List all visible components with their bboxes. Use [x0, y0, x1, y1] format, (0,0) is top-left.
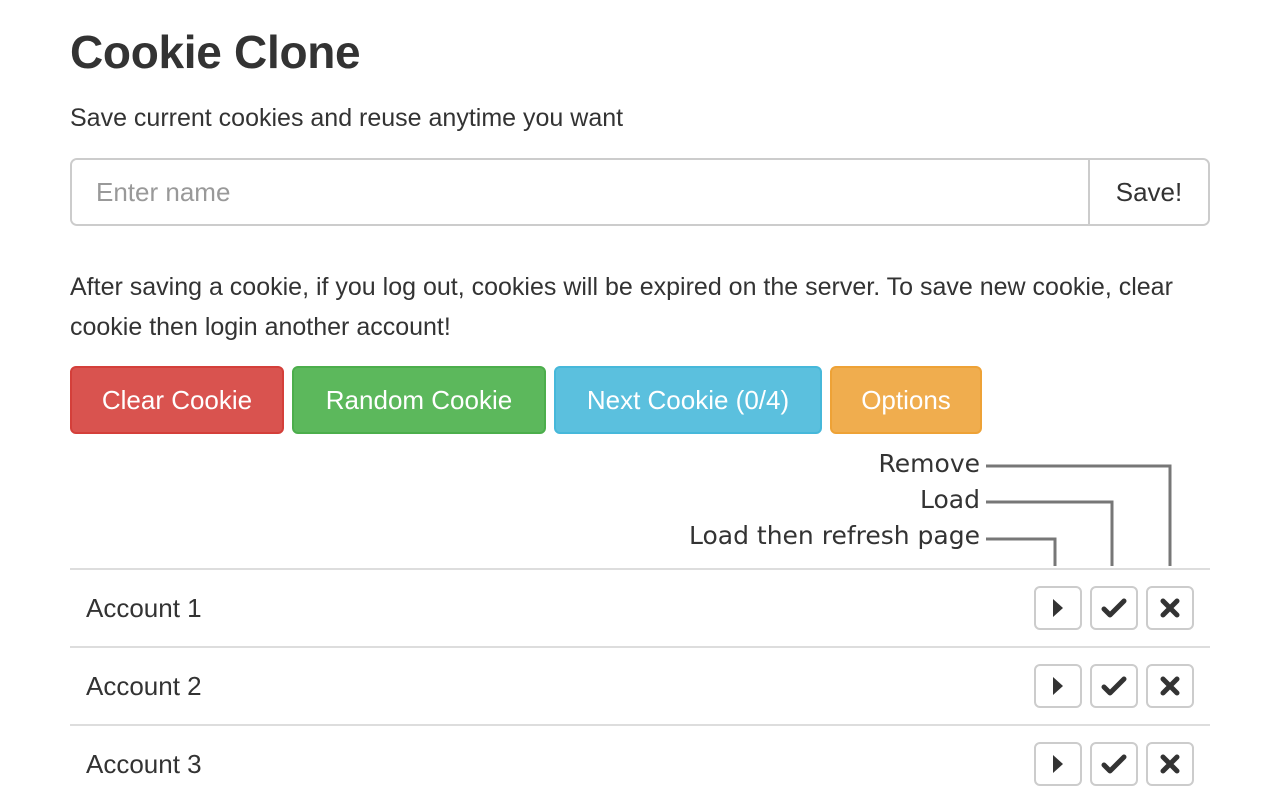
account-name: Account 2: [86, 670, 202, 701]
play-icon: [1053, 755, 1063, 773]
load-button[interactable]: [1090, 742, 1138, 786]
load-refresh-button[interactable]: [1034, 586, 1082, 630]
load-button[interactable]: [1090, 664, 1138, 708]
page-subtitle: Save current cookies and reuse anytime y…: [70, 104, 624, 132]
remove-button[interactable]: [1146, 742, 1194, 786]
play-icon: [1053, 599, 1063, 617]
list-item: Account 1: [70, 568, 1210, 646]
save-button[interactable]: Save!: [1088, 160, 1208, 224]
close-icon: [1160, 676, 1180, 696]
options-button[interactable]: Options: [830, 366, 982, 434]
info-text: After saving a cookie, if you log out, c…: [70, 273, 1173, 341]
load-connector: [986, 500, 1114, 566]
play-icon: [1053, 677, 1063, 695]
load-refresh-connector: [986, 537, 1057, 566]
legend-load: Load: [920, 485, 980, 514]
load-refresh-button[interactable]: [1034, 742, 1082, 786]
check-icon: [1101, 676, 1127, 696]
list-item: Account 2: [70, 646, 1210, 724]
close-icon: [1160, 754, 1180, 774]
clear-cookie-button[interactable]: Clear Cookie: [70, 366, 284, 434]
account-name: Account 3: [86, 748, 202, 779]
remove-button[interactable]: [1146, 664, 1194, 708]
list-item: Account 3: [70, 724, 1210, 802]
action-buttons: Clear Cookie Random Cookie Next Cookie (…: [70, 366, 982, 434]
page-title: Cookie Clone: [70, 26, 361, 78]
account-name: Account 1: [86, 592, 202, 623]
next-cookie-button[interactable]: Next Cookie (0/4): [554, 366, 822, 434]
load-button[interactable]: [1090, 586, 1138, 630]
remove-button[interactable]: [1146, 586, 1194, 630]
legend-load-refresh: Load then refresh page: [688, 521, 980, 550]
legend-remove: Remove: [878, 449, 980, 478]
account-list: Account 1 Account 2 Account 3: [70, 568, 1210, 802]
remove-connector: [986, 464, 1172, 566]
check-icon: [1101, 598, 1127, 618]
name-input[interactable]: [72, 160, 1088, 224]
load-refresh-button[interactable]: [1034, 664, 1082, 708]
save-cookie-form: Save!: [70, 158, 1210, 226]
close-icon: [1160, 598, 1180, 618]
random-cookie-button[interactable]: Random Cookie: [292, 366, 546, 434]
check-icon: [1101, 754, 1127, 774]
